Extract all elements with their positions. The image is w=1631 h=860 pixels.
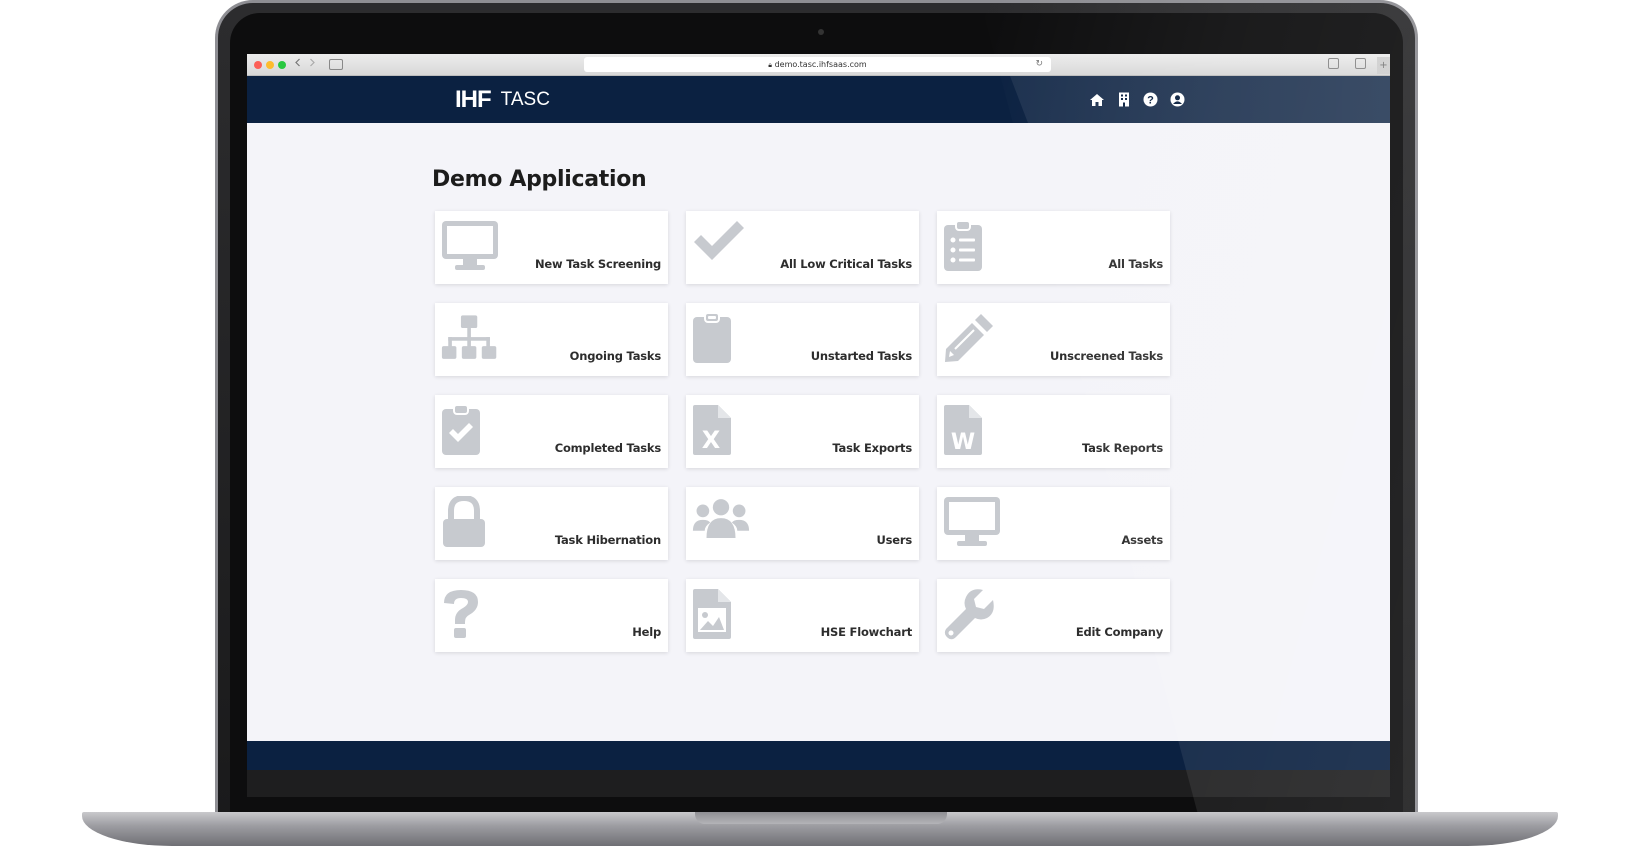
tile-label: Unscreened Tasks xyxy=(1050,349,1163,363)
tile-task-exports[interactable]: X Task Exports xyxy=(686,395,919,468)
forward-button[interactable] xyxy=(305,58,318,71)
question-icon xyxy=(441,588,499,644)
share-button[interactable] xyxy=(1328,58,1339,69)
tile-label: Users xyxy=(876,533,913,547)
url-text: demo.tasc.ihfsaas.com xyxy=(774,60,867,69)
tile-unstarted-tasks[interactable]: Unstarted Tasks xyxy=(686,303,919,376)
wrench-icon xyxy=(943,588,1001,644)
back-button[interactable] xyxy=(291,58,304,71)
pencil-icon xyxy=(943,312,1001,368)
close-window-button[interactable] xyxy=(254,61,262,69)
url-field[interactable]: 🔒︎ demo.tasc.ihfsaas.com ↻ xyxy=(584,57,1051,72)
tile-task-hibernation[interactable]: Task Hibernation xyxy=(435,487,668,560)
tile-all-tasks[interactable]: All Tasks xyxy=(937,211,1170,284)
user-icon[interactable] xyxy=(1169,91,1186,108)
tile-label: Edit Company xyxy=(1075,625,1163,639)
svg-text:W: W xyxy=(951,430,975,455)
file-image-icon xyxy=(692,588,750,644)
tile-completed-tasks[interactable]: Completed Tasks xyxy=(435,395,668,468)
tile-assets[interactable]: Assets xyxy=(937,487,1170,560)
chevron-right-icon xyxy=(309,58,315,67)
monitor-icon xyxy=(943,496,1001,552)
main-content: Demo Application New Task Screening All … xyxy=(247,123,1390,741)
tile-label: Ongoing Tasks xyxy=(569,349,662,363)
chevron-left-icon xyxy=(294,58,300,67)
browser-toolbar: 🔒︎ demo.tasc.ihfsaas.com ↻ + xyxy=(247,54,1390,76)
lock-icon: 🔒︎ xyxy=(768,61,773,69)
home-icon[interactable] xyxy=(1088,91,1105,108)
page-title: Demo Application xyxy=(432,167,647,192)
check-icon xyxy=(692,220,750,276)
tile-all-low-critical-tasks[interactable]: All Low Critical Tasks xyxy=(686,211,919,284)
tile-grid: New Task Screening All Low Critical Task… xyxy=(435,211,1170,652)
clipboard-icon xyxy=(692,312,750,368)
tile-ongoing-tasks[interactable]: Ongoing Tasks xyxy=(435,303,668,376)
tile-help[interactable]: Help xyxy=(435,579,668,652)
file-excel-icon: X xyxy=(692,404,750,460)
screen: 🔒︎ demo.tasc.ihfsaas.com ↻ + IHF TASC ? xyxy=(247,54,1390,797)
tabs-overview-button[interactable] xyxy=(1355,58,1366,69)
file-word-icon: W xyxy=(943,404,1001,460)
building-icon[interactable] xyxy=(1115,91,1132,108)
tile-label: Completed Tasks xyxy=(554,441,661,455)
camera xyxy=(818,29,824,35)
tile-label: HSE Flowchart xyxy=(820,625,913,639)
tile-label: Help xyxy=(632,625,661,639)
tile-label: Task Exports xyxy=(832,441,912,455)
logo[interactable]: IHF TASC xyxy=(455,88,550,112)
tile-label: Assets xyxy=(1121,533,1163,547)
maximize-window-button[interactable] xyxy=(278,61,286,69)
tile-unscreened-tasks[interactable]: Unscreened Tasks xyxy=(937,303,1170,376)
tile-task-reports[interactable]: W Task Reports xyxy=(937,395,1170,468)
users-icon xyxy=(692,496,750,552)
logo-mark: IHF xyxy=(455,86,492,113)
monitor-icon xyxy=(441,220,499,276)
laptop-hinge-notch xyxy=(695,812,947,824)
app-header: IHF TASC ? xyxy=(247,76,1390,123)
sidebar-toggle-button[interactable] xyxy=(329,59,343,70)
minimize-window-button[interactable] xyxy=(266,61,274,69)
tile-users[interactable]: Users xyxy=(686,487,919,560)
tile-label: Unstarted Tasks xyxy=(810,349,912,363)
header-glare xyxy=(1010,76,1390,123)
tile-label: Task Reports xyxy=(1081,441,1163,455)
new-tab-button[interactable]: + xyxy=(1377,57,1390,74)
app-name: TASC xyxy=(500,89,550,110)
tile-new-task-screening[interactable]: New Task Screening xyxy=(435,211,668,284)
sitemap-icon xyxy=(441,312,499,368)
help-icon[interactable]: ? xyxy=(1142,91,1159,108)
tile-label: All Low Critical Tasks xyxy=(780,257,912,271)
app-footer xyxy=(247,741,1390,770)
clipboard-list-icon xyxy=(943,220,1001,276)
tile-label: New Task Screening xyxy=(535,257,661,271)
clipboard-check-icon xyxy=(441,404,499,460)
lock-icon xyxy=(441,496,499,552)
tile-hse-flowchart[interactable]: HSE Flowchart xyxy=(686,579,919,652)
tile-label: All Tasks xyxy=(1108,257,1164,271)
svg-text:?: ? xyxy=(1147,95,1154,107)
tile-label: Task Hibernation xyxy=(554,533,661,547)
reload-button[interactable]: ↻ xyxy=(1035,57,1043,72)
svg-text:X: X xyxy=(702,426,721,454)
header-icon-group: ? xyxy=(1088,91,1186,108)
tile-edit-company[interactable]: Edit Company xyxy=(937,579,1170,652)
